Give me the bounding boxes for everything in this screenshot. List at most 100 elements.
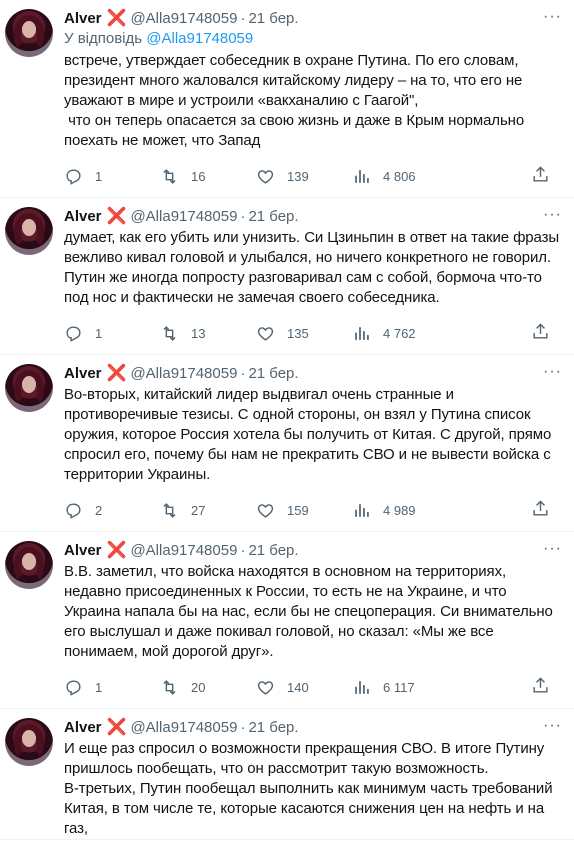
author-name[interactable]: Alver (64, 10, 102, 27)
tweet-actions: 1 13 135 4 762 (64, 312, 560, 354)
share-button[interactable] (531, 499, 550, 521)
author-name[interactable]: Alver (64, 542, 102, 559)
retweet-count: 20 (191, 679, 206, 695)
author-handle[interactable]: @Alla91748059 (130, 365, 237, 382)
reply-icon (66, 502, 81, 519)
cross-mark-icon: ❌ (106, 542, 127, 559)
tweet-date[interactable]: 21 бер. (248, 208, 298, 225)
tweet[interactable]: ··· Alver ❌ @Alla91748059 · 21 бер. И ещ… (0, 709, 574, 840)
tweet[interactable]: ··· Alver ❌ @Alla91748059 · 21 бер. Во-в… (0, 355, 574, 532)
author-handle[interactable]: @Alla91748059 (130, 208, 237, 225)
avatar[interactable] (5, 207, 53, 255)
reply-button[interactable]: 2 (64, 501, 160, 520)
views-count: 6 117 (383, 679, 415, 695)
avatar-face (22, 730, 36, 747)
cross-mark-icon: ❌ (106, 10, 127, 27)
author-name[interactable]: Alver (64, 208, 102, 225)
tweet[interactable]: ··· Alver ❌ @Alla91748059 · 21 бер. дума… (0, 198, 574, 355)
author-name[interactable]: Alver (64, 365, 102, 382)
tweet-text: И еще раз спросил о возможности прекраще… (64, 740, 553, 837)
reply-context: У відповідь @Alla91748059 (64, 29, 560, 48)
more-icon[interactable]: ··· (543, 717, 562, 735)
avatar[interactable] (5, 364, 53, 412)
author-name[interactable]: Alver (64, 719, 102, 736)
views-count: 4 806 (383, 168, 416, 184)
retweet-button[interactable]: 13 (160, 324, 256, 343)
heart-icon (257, 326, 274, 341)
avatar-face (22, 21, 36, 38)
reply-icon (66, 325, 81, 342)
author-handle[interactable]: @Alla91748059 (130, 542, 237, 559)
cross-mark-icon: ❌ (106, 365, 127, 382)
reply-button[interactable]: 1 (64, 678, 160, 697)
reply-mention-link[interactable]: @Alla91748059 (146, 30, 253, 47)
tweet-date[interactable]: 21 бер. (248, 365, 298, 382)
more-icon[interactable]: ··· (543, 206, 562, 224)
tweet-date[interactable]: 21 бер. (248, 719, 298, 736)
tweet[interactable]: ··· Alver ❌ @Alla91748059 · 21 бер. В.В.… (0, 532, 574, 709)
share-button[interactable] (531, 676, 550, 698)
tweet-header: Alver ❌ @Alla91748059 · 21 бер. (64, 541, 560, 560)
reply-count: 1 (95, 168, 103, 184)
separator-dot: · (240, 364, 246, 382)
like-count: 139 (287, 168, 309, 184)
tweet-header: Alver ❌ @Alla91748059 · 21 бер. (64, 364, 560, 383)
tweet-date[interactable]: 21 бер. (248, 542, 298, 559)
avatar[interactable] (5, 541, 53, 589)
like-count: 135 (287, 325, 309, 341)
retweet-button[interactable]: 20 (160, 678, 256, 697)
like-button[interactable]: 159 (256, 501, 352, 520)
reply-prefix: У відповідь (64, 30, 143, 47)
tweet-actions: 1 20 140 6 117 (64, 666, 560, 708)
like-button[interactable]: 140 (256, 678, 352, 697)
more-icon[interactable]: ··· (543, 363, 562, 381)
avatar-face (22, 219, 36, 236)
views-icon (355, 326, 369, 340)
tweet[interactable]: ··· Alver ❌ @Alla91748059 · 21 бер. У ві… (0, 0, 574, 198)
retweet-count: 27 (191, 502, 206, 518)
reply-button[interactable]: 1 (64, 167, 160, 186)
more-icon[interactable]: ··· (543, 540, 562, 558)
reply-icon (66, 679, 81, 696)
cross-mark-icon: ❌ (106, 208, 127, 225)
like-count: 159 (287, 502, 309, 518)
avatar[interactable] (5, 9, 53, 57)
views-icon (355, 169, 369, 183)
separator-dot: · (240, 718, 246, 736)
like-button[interactable]: 135 (256, 324, 352, 343)
share-button[interactable] (531, 322, 550, 344)
views-button[interactable]: 4 989 (352, 501, 448, 520)
retweet-button[interactable]: 27 (160, 501, 256, 520)
tweet-text: Во-вторых, китайский лидер выдвигал очен… (64, 386, 552, 483)
views-icon (355, 503, 369, 517)
views-button[interactable]: 6 117 (352, 678, 448, 697)
retweet-icon (163, 168, 176, 184)
like-button[interactable]: 139 (256, 167, 352, 186)
avatar-face (22, 553, 36, 570)
share-button[interactable] (531, 165, 550, 187)
tweet-header: Alver ❌ @Alla91748059 · 21 бер. (64, 9, 560, 28)
share-icon (533, 500, 548, 516)
heart-icon (257, 503, 274, 518)
retweet-count: 13 (191, 325, 206, 341)
reply-count: 2 (95, 502, 103, 518)
separator-dot: · (240, 9, 246, 27)
tweet-date[interactable]: 21 бер. (248, 10, 298, 27)
views-button[interactable]: 4 762 (352, 324, 448, 343)
tweet-header: Alver ❌ @Alla91748059 · 21 бер. (64, 207, 560, 226)
author-handle[interactable]: @Alla91748059 (130, 719, 237, 736)
reply-icon (66, 168, 81, 185)
retweet-button[interactable]: 16 (160, 167, 256, 186)
cross-mark-icon: ❌ (106, 719, 127, 736)
author-handle[interactable]: @Alla91748059 (130, 10, 237, 27)
share-icon (533, 323, 548, 339)
tweet-text: В.В. заметил, что войска находятся в осн… (64, 563, 553, 660)
tweet-text: думает, как его убить или унизить. Си Цз… (64, 229, 560, 306)
retweet-icon (163, 502, 176, 518)
views-button[interactable]: 4 806 (352, 167, 448, 186)
more-icon[interactable]: ··· (543, 8, 562, 26)
heart-icon (257, 169, 274, 184)
separator-dot: · (240, 541, 246, 559)
avatar[interactable] (5, 718, 53, 766)
reply-button[interactable]: 1 (64, 324, 160, 343)
